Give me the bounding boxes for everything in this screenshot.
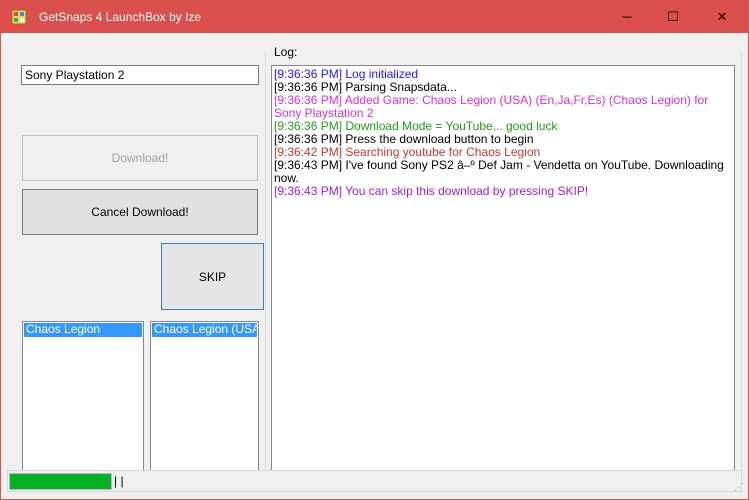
maximize-icon: ☐ <box>667 9 679 24</box>
platform-input[interactable] <box>21 65 259 85</box>
cancel-download-button[interactable]: Cancel Download! <box>22 189 258 235</box>
skip-button[interactable]: SKIP <box>161 243 264 310</box>
close-button[interactable]: ✕ <box>696 1 748 33</box>
list-item[interactable]: Chaos Legion (USA) ( <box>152 323 258 337</box>
log-line: [9:36:43 PM] I've found Sony PS2 â–º Def… <box>274 158 724 185</box>
resize-grip-icon[interactable]: ⋰ <box>734 483 744 493</box>
app-window: GetSnaps 4 LaunchBox by Ize ─ ☐ ✕ Downlo… <box>0 0 749 500</box>
window-title: GetSnaps 4 LaunchBox by Ize <box>39 10 202 24</box>
client-area: Download! Cancel Download! SKIP Chaos Le… <box>1 33 748 499</box>
minimize-icon: ─ <box>622 9 632 24</box>
log-textbox[interactable]: [9:36:36 PM] Log initialized [9:36:36 PM]… <box>271 65 735 489</box>
app-icon <box>11 9 27 25</box>
results-listbox[interactable]: Chaos Legion (USA) ( <box>150 321 259 485</box>
title-bar[interactable]: GetSnaps 4 LaunchBox by Ize ─ ☐ ✕ <box>1 1 748 33</box>
maximize-button[interactable]: ☐ <box>650 1 696 33</box>
cancel-download-button-label: Cancel Download! <box>91 205 189 219</box>
progress-bar <box>9 473 112 490</box>
skip-button-label: SKIP <box>198 269 227 284</box>
close-icon: ✕ <box>716 9 728 24</box>
progress-fill <box>10 474 111 489</box>
status-text: | | <box>114 474 124 488</box>
games-listbox[interactable]: Chaos Legion <box>22 321 144 485</box>
minimize-button[interactable]: ─ <box>604 1 650 33</box>
log-label: Log: <box>274 45 298 59</box>
log-line: [9:36:43 PM] You can skip this download … <box>274 184 589 198</box>
download-button[interactable]: Download! <box>22 135 258 181</box>
download-button-label: Download! <box>111 151 169 165</box>
log-line: [9:36:36 PM] Added Game: Chaos Legion (U… <box>274 93 709 120</box>
list-item[interactable]: Chaos Legion <box>24 323 142 337</box>
